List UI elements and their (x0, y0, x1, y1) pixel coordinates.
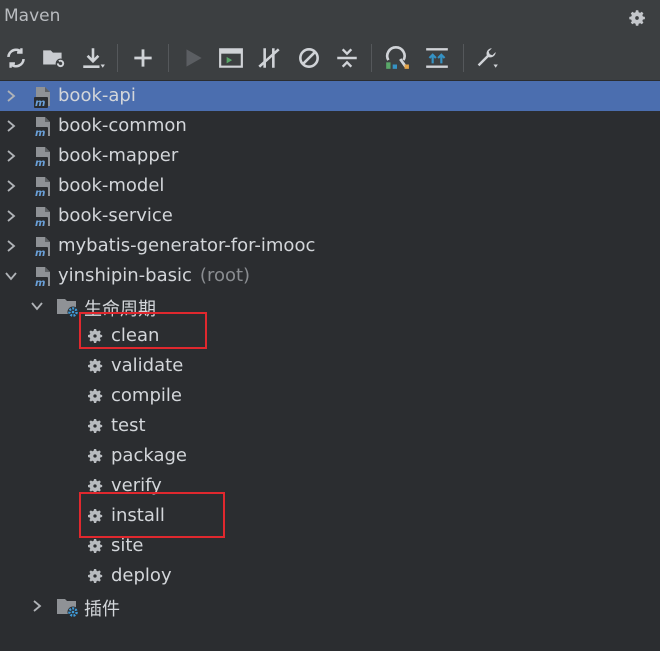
chevron-right-icon[interactable] (4, 209, 18, 223)
maven-module-icon: m (34, 267, 50, 289)
tree-node-label: deploy (111, 565, 172, 586)
tree-item-goal-test[interactable]: test (0, 411, 660, 441)
maven-tool-window: Maven m book-api m book-common m book-ma… (0, 0, 660, 651)
goal-gear-icon (88, 389, 103, 403)
tree-item-project[interactable]: m book-common (0, 111, 660, 141)
svg-text:m: m (35, 158, 45, 169)
tree-node-label: site (111, 535, 144, 556)
tool-window-header: Maven (0, 0, 660, 36)
tree-node-name: yinshipin-basic (58, 265, 192, 286)
execute-goal-icon[interactable] (218, 45, 244, 71)
chevron-right-icon[interactable] (4, 179, 18, 193)
goal-gear-icon (88, 539, 103, 553)
tree-node-label: book-api (58, 85, 136, 106)
svg-text:m: m (35, 128, 45, 139)
maven-settings-wrench-icon[interactable] (474, 45, 500, 71)
svg-text:m: m (35, 248, 45, 259)
settings-gear-icon[interactable] (626, 7, 648, 29)
maven-module-icon: m (34, 207, 50, 229)
tree-node-label: test (111, 415, 146, 436)
tree-node-label: book-model (58, 175, 165, 196)
tree-item-project[interactable]: m mybatis-generator-for-imooc (0, 231, 660, 261)
show-basic-phases-icon[interactable] (424, 45, 450, 71)
tree-node-label: book-service (58, 205, 173, 226)
tree-item-plugins[interactable]: 插件 (0, 591, 660, 621)
chevron-down-icon[interactable] (30, 299, 44, 313)
chevron-right-icon[interactable] (4, 119, 18, 133)
maven-module-icon: m (34, 147, 50, 169)
reload-icon[interactable] (3, 45, 29, 71)
tree-node-label: book-common (58, 115, 187, 136)
goal-gear-icon (88, 569, 103, 583)
tree-node-label: yinshipin-basic (root) (58, 265, 250, 286)
maven-module-icon: m (34, 177, 50, 199)
chevron-right-icon[interactable] (4, 239, 18, 253)
toolbar-separator (371, 44, 372, 72)
tree-item-goal-compile[interactable]: compile (0, 381, 660, 411)
svg-text:m: m (35, 98, 45, 109)
tree-item-project[interactable]: m book-service (0, 201, 660, 231)
run-icon[interactable] (180, 45, 206, 71)
toggle-offline-icon[interactable] (256, 45, 282, 71)
highlight-box-clean (79, 312, 207, 349)
tree-node-label: validate (111, 355, 184, 376)
goal-gear-icon (88, 359, 103, 373)
generate-sources-folder-icon[interactable] (41, 45, 67, 71)
tree-item-project[interactable]: m book-model (0, 171, 660, 201)
toolbar-separator (463, 44, 464, 72)
maven-projects-tree: m book-api m book-common m book-mapper m book-m… (0, 81, 660, 651)
tree-item-project[interactable]: m book-mapper (0, 141, 660, 171)
lifecycle-folder-icon (57, 299, 79, 318)
toolbar-separator (168, 44, 169, 72)
show-dependencies-icon[interactable] (384, 45, 410, 71)
tree-node-label: 插件 (84, 599, 120, 620)
tree-item-goal-package[interactable]: package (0, 441, 660, 471)
collapse-all-icon[interactable] (334, 45, 360, 71)
tool-window-title: Maven (4, 6, 61, 26)
tree-item-goal-validate[interactable]: validate (0, 351, 660, 381)
tree-item-project[interactable]: m book-api (0, 81, 660, 111)
highlight-box-install (79, 492, 225, 538)
goal-gear-icon (88, 449, 103, 463)
maven-module-icon: m (34, 87, 50, 109)
tree-item-goal-deploy[interactable]: deploy (0, 561, 660, 591)
svg-text:m: m (35, 188, 45, 199)
download-sources-icon[interactable] (80, 45, 106, 71)
tree-item-project[interactable]: m yinshipin-basic (root) (0, 261, 660, 291)
chevron-down-icon[interactable] (4, 269, 18, 283)
tree-node-label: mybatis-generator-for-imooc (58, 235, 316, 256)
maven-module-icon: m (34, 237, 50, 259)
svg-text:m: m (35, 278, 45, 289)
tree-node-label: book-mapper (58, 145, 179, 166)
skip-tests-icon[interactable] (296, 45, 322, 71)
toolbar-separator (117, 44, 118, 72)
tree-node-label: compile (111, 385, 182, 406)
add-icon[interactable] (130, 45, 156, 71)
chevron-right-icon[interactable] (4, 149, 18, 163)
chevron-right-icon[interactable] (30, 599, 44, 613)
maven-module-icon: m (34, 117, 50, 139)
svg-text:m: m (35, 218, 45, 229)
plugins-folder-icon (57, 599, 79, 618)
maven-toolbar (0, 36, 660, 81)
tree-node-label: package (111, 445, 187, 466)
chevron-right-icon[interactable] (4, 89, 18, 103)
root-suffix: (root) (199, 265, 251, 286)
goal-gear-icon (88, 419, 103, 433)
